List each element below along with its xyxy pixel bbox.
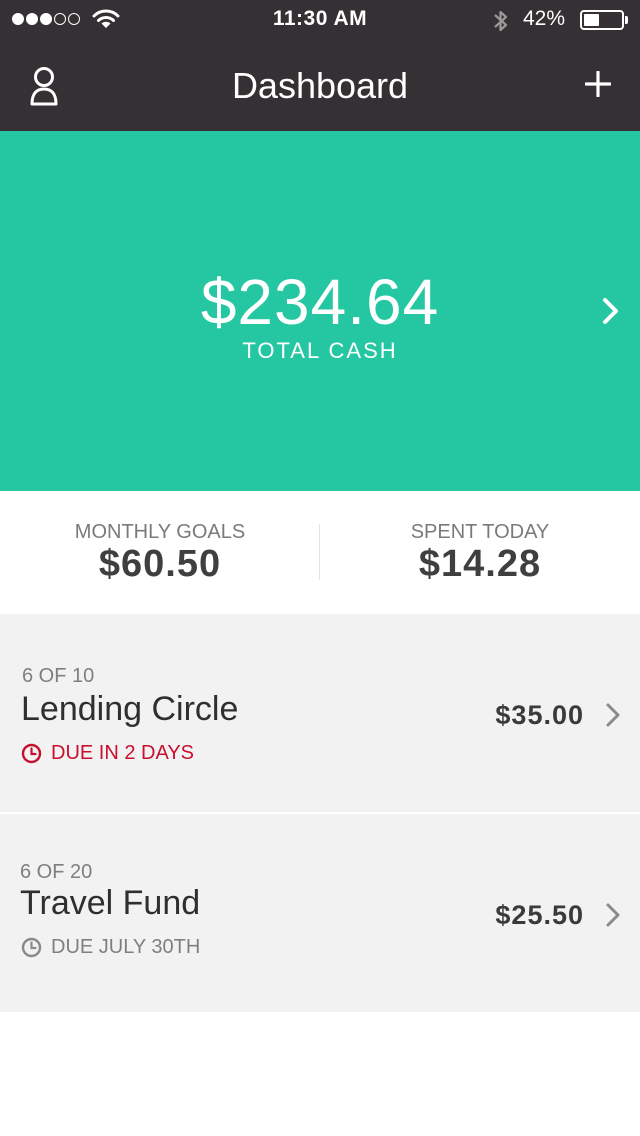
chevron-right-icon[interactable] bbox=[603, 700, 623, 730]
item-progress-count: 6 OF 20 bbox=[20, 861, 93, 883]
battery-icon bbox=[580, 10, 624, 30]
item-progress-count: 6 OF 10 bbox=[22, 665, 95, 687]
plus-icon bbox=[585, 71, 611, 97]
item-title: Travel Fund bbox=[20, 884, 201, 922]
status-bar: 11:30 AM 42% bbox=[0, 0, 640, 40]
list-item-lending-circle[interactable]: 6 OF 10 Lending Circle DUE IN 2 DAYS $35… bbox=[0, 614, 640, 814]
item-amount: $25.50 bbox=[495, 900, 584, 930]
battery-percentage: 42% bbox=[523, 7, 566, 30]
item-due-status: DUE IN 2 DAYS bbox=[21, 742, 194, 765]
monthly-goals-stat: MONTHLY GOALS $60.50 bbox=[0, 491, 320, 614]
monthly-goals-value: $60.50 bbox=[98, 543, 222, 585]
item-due-text: DUE JULY 30TH bbox=[51, 936, 201, 958]
total-cash-amount: $234.64 bbox=[200, 266, 440, 338]
add-button[interactable] bbox=[578, 64, 618, 104]
chevron-right-icon[interactable] bbox=[603, 900, 623, 930]
bluetooth-icon bbox=[494, 10, 508, 32]
spent-today-stat: SPENT TODAY $14.28 bbox=[320, 491, 640, 614]
item-due-text: DUE IN 2 DAYS bbox=[51, 742, 194, 764]
battery-nub bbox=[625, 16, 628, 24]
monthly-goals-label: MONTHLY GOALS bbox=[74, 521, 246, 543]
page-title: Dashboard bbox=[231, 65, 409, 106]
total-cash-card[interactable]: $234.64 TOTAL CASH bbox=[0, 131, 640, 491]
item-title: Lending Circle bbox=[21, 690, 239, 728]
app-header: 11:30 AM 42% Dashboard bbox=[0, 0, 640, 131]
spent-today-label: SPENT TODAY bbox=[410, 521, 550, 543]
total-cash-label: TOTAL CASH bbox=[242, 338, 398, 363]
clock-icon bbox=[21, 743, 42, 764]
chevron-right-icon[interactable] bbox=[596, 291, 626, 331]
stats-summary: MONTHLY GOALS $60.50 SPENT TODAY $14.28 bbox=[0, 491, 640, 614]
battery-level bbox=[584, 14, 599, 26]
nav-bar: Dashboard bbox=[0, 40, 640, 131]
spent-today-value: $14.28 bbox=[418, 543, 542, 585]
item-due-status: DUE JULY 30TH bbox=[21, 936, 200, 959]
item-amount: $35.00 bbox=[495, 700, 584, 730]
clock-icon bbox=[21, 937, 42, 958]
list-item-travel-fund[interactable]: 6 OF 20 Travel Fund DUE JULY 30TH $25.50 bbox=[0, 814, 640, 1014]
goals-list: 6 OF 10 Lending Circle DUE IN 2 DAYS $35… bbox=[0, 614, 640, 1014]
